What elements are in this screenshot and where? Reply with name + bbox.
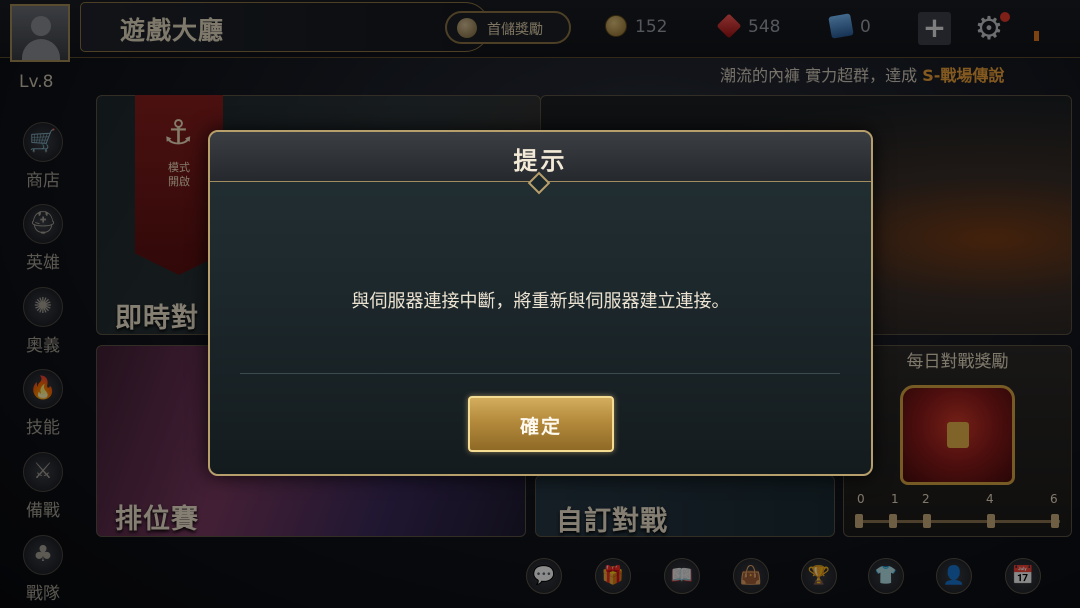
confirm-button[interactable]: 確定 bbox=[468, 396, 614, 452]
dialog-divider bbox=[240, 373, 840, 374]
confirm-button-label: 確定 bbox=[519, 416, 562, 438]
dialog-message: 與伺服器連接中斷，將重新與伺服器建立連接。 bbox=[351, 291, 730, 312]
alert-dialog: 提示 與伺服器連接中斷，將重新與伺服器建立連接。 確定 bbox=[208, 130, 873, 476]
dialog-title: 提示 bbox=[513, 147, 568, 175]
